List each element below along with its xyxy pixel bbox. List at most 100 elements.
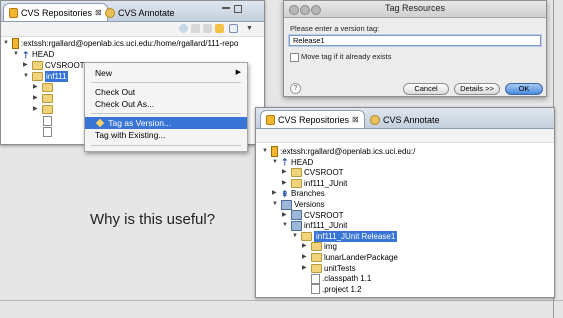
- tab-cvs-annotate[interactable]: CVS Annotate: [364, 110, 446, 128]
- collapsed-twisty-icon[interactable]: ▶: [302, 241, 309, 252]
- expanded-twisty-icon[interactable]: ▼: [3, 38, 10, 49]
- details-button[interactable]: Details >>: [454, 83, 500, 95]
- folder-icon: [311, 263, 322, 273]
- cancel-button[interactable]: Cancel: [403, 83, 449, 95]
- cvs-annotate-icon: [370, 114, 380, 125]
- tree-row-file[interactable]: [43, 126, 52, 137]
- add-repository-icon[interactable]: [215, 24, 224, 33]
- tree-row[interactable]: ▶ CVSROOT: [282, 210, 344, 221]
- tree-row[interactable]: ▶ ⇞ Branches: [272, 188, 325, 199]
- collapsed-twisty-icon[interactable]: ▶: [33, 93, 40, 104]
- help-icon[interactable]: ?: [290, 83, 301, 94]
- view-menu-icon[interactable]: ▼: [246, 24, 255, 33]
- folder-icon: [42, 94, 53, 103]
- expanded-twisty-icon[interactable]: ▼: [272, 199, 279, 210]
- tab-cvs-repositories[interactable]: CVS Repositories ⊠: [3, 3, 108, 21]
- tree-row-child[interactable]: ▶: [33, 93, 53, 104]
- cvs-repositories-icon: [266, 114, 275, 125]
- move-tag-checkbox[interactable]: [290, 53, 299, 62]
- tree-row-head[interactable]: ▼ ⇡ HEAD: [13, 49, 54, 60]
- version-tag-prompt: Please enter a version tag:: [290, 24, 380, 33]
- slide-caption: Why is this useful?: [90, 211, 216, 228]
- tree-label: img: [324, 242, 337, 252]
- cvs-annotate-icon: [105, 7, 115, 18]
- close-tab-icon[interactable]: ⊠: [352, 115, 359, 124]
- collapsed-twisty-icon[interactable]: ▶: [282, 167, 289, 178]
- repository-path: :extssh:rgallard@openlab.ics.uci.edu:/ho…: [21, 39, 239, 48]
- dialog-titlebar: Tag Resources: [284, 1, 546, 18]
- tree-row[interactable]: ▶ inf111_JUnit: [282, 178, 347, 189]
- folder-icon: [311, 253, 322, 262]
- minimize-icon[interactable]: [222, 7, 230, 9]
- menu-item-check-out-as[interactable]: Check Out As...: [85, 98, 247, 110]
- tree-label: :extssh:rgallard@openlab.ics.uci.edu:/: [280, 147, 416, 156]
- menu-item-label: New: [95, 68, 113, 78]
- expanded-twisty-icon[interactable]: ▼: [13, 49, 20, 60]
- tree-row-file[interactable]: [43, 115, 52, 126]
- tree-row-repository[interactable]: ▼ :extssh:rgallard@openlab.ics.uci.edu:/…: [3, 38, 238, 49]
- tree-label: .project 1.2: [322, 284, 362, 294]
- collapsed-twisty-icon[interactable]: ▶: [302, 252, 309, 263]
- tag-icon: [95, 118, 105, 128]
- tree-label: CVSROOT: [304, 168, 344, 178]
- tree-row[interactable]: .project 1.2: [302, 284, 362, 295]
- tree-row-child[interactable]: ▶: [33, 82, 53, 93]
- tree-row[interactable]: ▼ inf111_JUnit Release1: [292, 230, 398, 242]
- tree-row[interactable]: ▼ ⇡ HEAD: [272, 157, 313, 168]
- menu-item-tag-as-version[interactable]: Tag as Version...: [85, 117, 247, 129]
- repository-icon: [12, 38, 19, 49]
- collapsed-twisty-icon[interactable]: ▶: [33, 82, 40, 93]
- tree-row[interactable]: .classpath 1.1: [302, 273, 371, 284]
- expanded-twisty-icon[interactable]: ▼: [292, 231, 299, 242]
- menu-item-new[interactable]: New ▶: [85, 67, 247, 79]
- tab-cvs-repositories[interactable]: CVS Repositories ⊠: [260, 110, 365, 128]
- collapsed-twisty-icon[interactable]: ▶: [282, 178, 289, 189]
- expanded-twisty-icon[interactable]: ▼: [272, 157, 279, 168]
- tab-label: CVS Repositories: [21, 7, 93, 18]
- collapsed-twisty-icon[interactable]: ▶: [302, 263, 309, 274]
- forward-icon[interactable]: [203, 24, 212, 33]
- tree-label: inf111_JUnit: [304, 221, 348, 231]
- tab-label: CVS Repositories: [278, 114, 350, 125]
- cvs-repositories-view-bottom: CVS Repositories ⊠ CVS Annotate ▼:extssh…: [255, 107, 555, 298]
- tab-cvs-annotate[interactable]: CVS Annotate: [99, 3, 181, 21]
- tree-label: unitTests: [324, 263, 356, 273]
- collapsed-twisty-icon[interactable]: ▶: [23, 60, 30, 71]
- tree-row-inf111-selected[interactable]: ▼ inf111: [23, 71, 68, 82]
- version-tag-input[interactable]: Release1: [289, 35, 541, 46]
- move-tag-checkbox-label[interactable]: Move tag if it already exists: [301, 52, 391, 61]
- expanded-twisty-icon[interactable]: ▼: [282, 220, 289, 231]
- folder-icon: [42, 83, 53, 92]
- maximize-icon[interactable]: [234, 5, 242, 13]
- tree-row-child[interactable]: ▶: [33, 104, 53, 115]
- collapsed-twisty-icon[interactable]: ▶: [33, 104, 40, 115]
- collapsed-twisty-icon[interactable]: ▶: [272, 188, 279, 199]
- repository-icon: [271, 146, 278, 157]
- menu-item-tag-with-existing[interactable]: Tag with Existing...: [85, 129, 247, 141]
- menu-item-check-out[interactable]: Check Out: [85, 86, 247, 98]
- version-module-icon: [291, 220, 302, 231]
- folder-icon: [311, 242, 322, 252]
- collapse-all-icon[interactable]: [229, 24, 238, 33]
- refresh-icon[interactable]: [179, 24, 188, 33]
- versions-icon: [281, 199, 292, 210]
- tree-row[interactable]: ▶ img: [302, 241, 337, 252]
- tree-label: CVSROOT: [304, 210, 344, 220]
- collapsed-twisty-icon[interactable]: ▶: [282, 210, 289, 221]
- back-icon[interactable]: [191, 24, 200, 33]
- tree-row[interactable]: ▼ inf111_JUnit: [282, 220, 347, 231]
- ok-button[interactable]: OK: [505, 83, 543, 95]
- menu-item-label: Tag as Version...: [108, 118, 172, 128]
- folder-icon: [291, 168, 302, 178]
- tree-row[interactable]: ▼ Versions: [272, 199, 325, 210]
- expanded-twisty-icon[interactable]: ▼: [23, 71, 30, 82]
- tree-row[interactable]: ▶ unitTests: [302, 263, 356, 274]
- tree-row[interactable]: ▼ :extssh:rgallard@openlab.ics.uci.edu:/: [262, 146, 415, 157]
- tree-row-cvsroot[interactable]: ▶ CVSROOT: [23, 60, 85, 71]
- head-branch-icon: ⇡: [281, 157, 289, 168]
- expanded-twisty-icon[interactable]: ▼: [262, 146, 269, 157]
- dialog-title: Tag Resources: [384, 3, 446, 13]
- tree-row[interactable]: ▶ CVSROOT: [282, 167, 344, 178]
- tree-label: HEAD: [32, 50, 55, 59]
- tree-row[interactable]: ▶ lunarLanderPackage: [302, 252, 398, 263]
